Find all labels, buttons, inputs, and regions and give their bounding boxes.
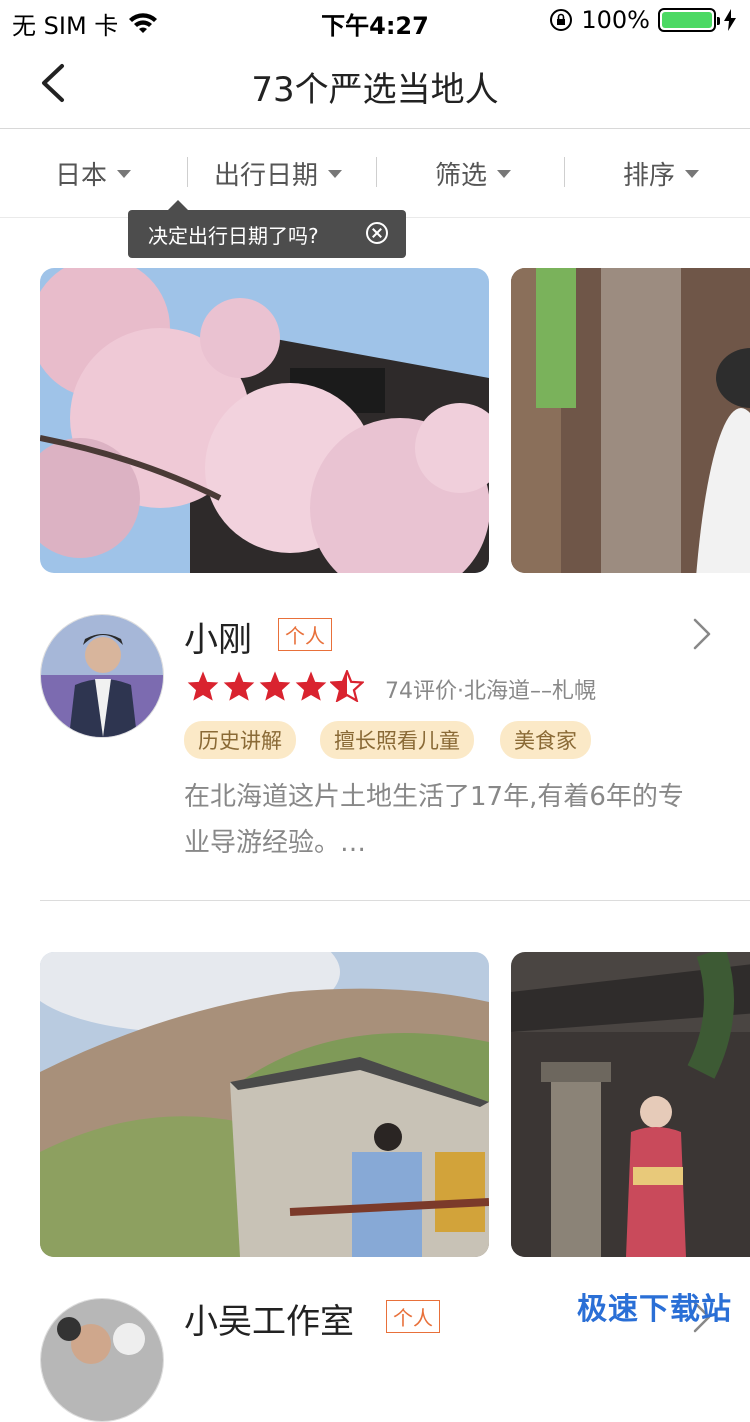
guide-name[interactable]: 小吴工作室 [184, 1294, 354, 1343]
star-icon [295, 671, 327, 701]
caret-down-icon [497, 169, 512, 178]
filter-country[interactable]: 日本 [55, 155, 132, 192]
chevron-right-icon[interactable] [692, 617, 712, 651]
tooltip-arrow [168, 200, 188, 210]
avatar[interactable] [40, 614, 164, 738]
filter-divider [564, 157, 565, 187]
close-icon[interactable] [366, 222, 388, 244]
star-icon [187, 671, 219, 701]
guide-meta: 74评价·北海道––札幌 [385, 679, 596, 704]
guide-photo-kimono[interactable] [511, 952, 750, 1257]
guide-tag: 美食家 [500, 721, 591, 759]
orientation-lock-icon [550, 9, 573, 31]
guide-type-badge: 个人 [278, 618, 332, 651]
star-icon [223, 671, 255, 701]
status-right: 100% [549, 6, 736, 34]
caret-down-icon [328, 169, 343, 178]
watermark: 极速下载站 [577, 1292, 732, 1327]
filter-bar: 日本 出行日期 筛选 排序 [0, 129, 750, 218]
date-tooltip[interactable]: 决定出行日期了吗? [128, 200, 406, 258]
filter-sort-label: 排序 [623, 161, 676, 191]
star-icon [259, 671, 291, 701]
filter-screen-label: 筛选 [435, 161, 488, 191]
tooltip-text: 决定出行日期了吗? [148, 223, 319, 248]
battery-icon [658, 8, 720, 32]
filter-date-label: 出行日期 [214, 161, 319, 191]
filter-sort[interactable]: 排序 [623, 155, 700, 192]
filter-screen[interactable]: 筛选 [435, 155, 512, 192]
avatar[interactable] [40, 1298, 164, 1422]
charging-icon [724, 9, 736, 31]
filter-date[interactable]: 出行日期 [214, 155, 343, 192]
guide-photo-cherry-blossom[interactable] [40, 268, 489, 573]
guide-name[interactable]: 小刚 [184, 612, 252, 661]
rating-stars [186, 670, 364, 702]
half-star-icon [330, 670, 364, 702]
guide-description: 在北海道这片土地生活了17年,有着6年的专业导游经验。… [184, 782, 684, 858]
guide-tag: 擅长照看儿童 [320, 721, 474, 759]
guide-tag: 历史讲解 [184, 721, 296, 759]
filter-divider [187, 157, 188, 187]
battery-percent: 100% [581, 6, 650, 34]
caret-down-icon [117, 169, 132, 178]
status-bar: 无 SIM 卡 下午4:27 100% [0, 0, 750, 40]
guide-type-badge: 个人 [386, 1300, 440, 1333]
card-divider [40, 900, 750, 901]
nav-bar: 73个严选当地人 [0, 40, 750, 129]
caret-down-icon [685, 169, 700, 178]
guide-photo-hillside[interactable] [40, 952, 489, 1257]
filter-country-label: 日本 [55, 161, 108, 191]
page-title: 73个严选当地人 [251, 70, 499, 110]
guide-photo-penguin[interactable] [511, 268, 750, 573]
filter-divider [376, 157, 377, 187]
